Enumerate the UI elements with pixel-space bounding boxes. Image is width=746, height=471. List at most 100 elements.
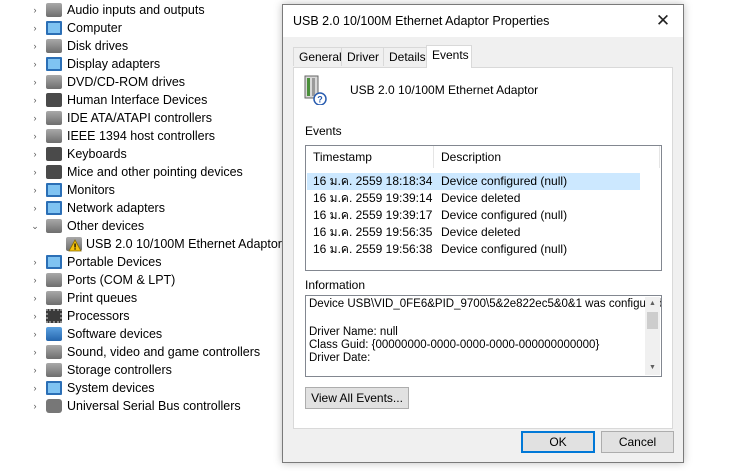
dialog-titlebar[interactable]: USB 2.0 10/100M Ethernet Adaptor Propert… bbox=[283, 5, 683, 37]
chevron-right-icon[interactable]: › bbox=[29, 271, 41, 289]
monitor-icon bbox=[46, 183, 62, 197]
properties-dialog: USB 2.0 10/100M Ethernet Adaptor Propert… bbox=[282, 4, 684, 463]
dvd-drive-icon bbox=[46, 75, 62, 89]
info-line: Device USB\VID_0FE6&PID_9700\5&2e822ec5&… bbox=[309, 298, 662, 310]
device-tree: › Audio inputs and outputs › Computer › Disk … bbox=[0, 0, 290, 471]
system-device-icon bbox=[46, 381, 62, 395]
tab-events[interactable]: Events bbox=[426, 45, 472, 68]
network-adapter-icon bbox=[46, 201, 62, 215]
tree-item-label: Storage controllers bbox=[67, 363, 172, 377]
tree-item-label: Ports (COM & LPT) bbox=[67, 273, 176, 287]
chevron-right-icon[interactable]: › bbox=[29, 325, 41, 343]
chevron-right-icon[interactable]: › bbox=[29, 343, 41, 361]
scroll-thumb[interactable] bbox=[647, 312, 658, 329]
warning-icon bbox=[68, 239, 82, 252]
chevron-right-icon[interactable]: › bbox=[29, 1, 41, 19]
event-row[interactable]: 16 ม.ค. 2559 19:56:35 Device deleted bbox=[307, 224, 640, 241]
event-description: Device configured (null) bbox=[441, 174, 568, 188]
hid-icon bbox=[46, 93, 62, 107]
event-timestamp: 16 ม.ค. 2559 19:39:17 bbox=[313, 208, 433, 222]
tab-details[interactable]: Details bbox=[383, 47, 427, 66]
tab-general[interactable]: General bbox=[293, 47, 342, 66]
chevron-right-icon[interactable]: › bbox=[29, 19, 41, 37]
column-timestamp[interactable]: Timestamp bbox=[306, 146, 434, 168]
tree-item-label: Monitors bbox=[67, 183, 115, 197]
chevron-right-icon[interactable]: › bbox=[29, 127, 41, 145]
chevron-right-icon[interactable]: › bbox=[29, 361, 41, 379]
event-row[interactable]: 16 ม.ค. 2559 19:39:17 Device configured (… bbox=[307, 207, 640, 224]
tree-item-label: Portable Devices bbox=[67, 255, 162, 269]
chevron-right-icon[interactable]: › bbox=[29, 307, 41, 325]
svg-text:?: ? bbox=[317, 95, 323, 105]
tree-item-label: Software devices bbox=[67, 327, 163, 341]
tree-item-label: Print queues bbox=[67, 291, 138, 305]
event-row[interactable]: 16 ม.ค. 2559 19:39:14 Device deleted bbox=[307, 190, 640, 207]
close-icon[interactable]: ✕ bbox=[653, 11, 673, 31]
computer-icon bbox=[46, 21, 62, 35]
chevron-right-icon[interactable]: › bbox=[29, 55, 41, 73]
cancel-button[interactable]: Cancel bbox=[601, 431, 674, 453]
usb-controller-icon bbox=[46, 399, 62, 413]
processor-icon bbox=[46, 309, 62, 323]
information-text[interactable]: Device USB\VID_0FE6&PID_9700\5&2e822ec5&… bbox=[305, 295, 662, 377]
tree-item-label: Disk drives bbox=[67, 39, 129, 53]
sound-controller-icon bbox=[46, 345, 62, 359]
events-label: Events bbox=[305, 124, 342, 138]
other-devices-icon bbox=[46, 219, 62, 233]
view-all-events-button[interactable]: View All Events... bbox=[305, 387, 409, 409]
chevron-right-icon[interactable]: › bbox=[29, 163, 41, 181]
chevron-right-icon[interactable]: › bbox=[29, 289, 41, 307]
chevron-right-icon[interactable]: › bbox=[29, 379, 41, 397]
info-line: Driver Date: bbox=[309, 352, 371, 364]
speaker-icon bbox=[46, 3, 62, 17]
ok-button[interactable]: OK bbox=[521, 431, 595, 453]
tree-item-label: Other devices bbox=[67, 219, 145, 233]
chevron-right-icon[interactable]: › bbox=[29, 253, 41, 271]
chevron-right-icon[interactable]: › bbox=[29, 181, 41, 199]
chevron-right-icon[interactable]: › bbox=[29, 73, 41, 91]
tree-item-label: IEEE 1394 host controllers bbox=[67, 129, 215, 143]
tree-item-label: Computer bbox=[67, 21, 122, 35]
event-timestamp: 16 ม.ค. 2559 19:56:35 bbox=[313, 225, 433, 239]
event-description: Device deleted bbox=[441, 225, 521, 239]
tree-item-label: Mice and other pointing devices bbox=[67, 165, 243, 179]
event-description: Device configured (null) bbox=[441, 208, 568, 222]
tree-item-label: IDE ATA/ATAPI controllers bbox=[67, 111, 212, 125]
chevron-right-icon[interactable]: › bbox=[29, 199, 41, 217]
chevron-right-icon[interactable]: › bbox=[29, 37, 41, 55]
event-row[interactable]: 16 ม.ค. 2559 19:56:38 Device configured (… bbox=[307, 241, 640, 258]
info-line: Class Guid: {00000000-0000-0000-0000-000… bbox=[309, 339, 600, 351]
tree-item-label: Audio inputs and outputs bbox=[67, 3, 205, 17]
tree-item-label: Keyboards bbox=[67, 147, 127, 161]
column-description[interactable]: Description bbox=[434, 146, 660, 168]
info-scrollbar[interactable]: ▲ ▼ bbox=[645, 297, 660, 375]
tree-item-label: Human Interface Devices bbox=[67, 93, 208, 107]
tree-item-label: System devices bbox=[67, 381, 155, 395]
tree-item-label: Network adapters bbox=[67, 201, 165, 215]
storage-controller-icon bbox=[46, 363, 62, 377]
scroll-down-icon[interactable]: ▼ bbox=[645, 361, 660, 375]
firewire-icon bbox=[46, 129, 62, 143]
event-row[interactable]: 16 ม.ค. 2559 18:18:34 Device configured (… bbox=[307, 173, 640, 190]
keyboard-icon bbox=[46, 147, 62, 161]
chevron-right-icon[interactable]: › bbox=[29, 145, 41, 163]
port-icon bbox=[46, 273, 62, 287]
tree-item-label: Processors bbox=[67, 309, 130, 323]
mouse-icon bbox=[46, 165, 62, 179]
event-description: Device deleted bbox=[441, 191, 521, 205]
scroll-up-icon[interactable]: ▲ bbox=[645, 297, 660, 311]
info-line: Driver Name: null bbox=[309, 326, 398, 338]
disk-drive-icon bbox=[46, 39, 62, 53]
chevron-right-icon[interactable]: › bbox=[29, 91, 41, 109]
tree-item-label: Universal Serial Bus controllers bbox=[67, 399, 241, 413]
event-timestamp: 16 ม.ค. 2559 19:56:38 bbox=[313, 242, 433, 256]
software-device-icon bbox=[46, 327, 62, 341]
chevron-right-icon[interactable]: › bbox=[29, 109, 41, 127]
events-list[interactable]: Timestamp Description 16 ม.ค. 2559 18:18… bbox=[305, 145, 662, 271]
chevron-right-icon[interactable]: › bbox=[29, 397, 41, 415]
dialog-title: USB 2.0 10/100M Ethernet Adaptor Propert… bbox=[293, 14, 550, 28]
tab-driver[interactable]: Driver bbox=[341, 47, 384, 66]
event-timestamp: 16 ม.ค. 2559 18:18:34 bbox=[313, 174, 433, 188]
usb-ethernet-device-icon: ? bbox=[304, 75, 327, 105]
chevron-down-icon[interactable]: ⌄ bbox=[29, 217, 41, 235]
